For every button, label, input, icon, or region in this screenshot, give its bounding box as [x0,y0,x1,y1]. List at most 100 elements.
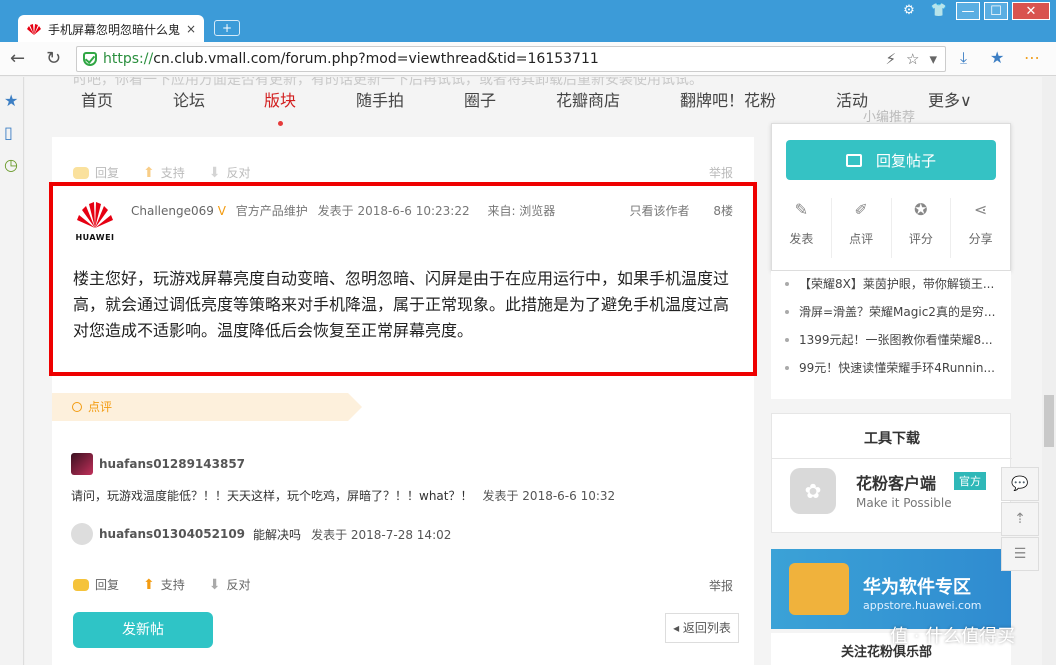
nav-more[interactable]: 更多∨ [928,87,972,111]
post-author[interactable]: Challenge069 [131,204,214,218]
comment-time: 发表于 2018-6-6 10:32 [482,489,616,503]
list-icon[interactable]: ☰ [1001,537,1039,571]
comment-ring-icon [72,402,82,412]
new-post-button[interactable]: 发新帖 [73,612,213,648]
huafen-app-icon[interactable]: ✿ [790,468,836,514]
tools-download-card: 工具下载 ✿ 花粉客户端 官方 Make it Possible [771,413,1012,533]
post-source: 来自: 浏览器 [487,204,556,218]
app-name[interactable]: 花粉客户端 [856,470,936,494]
star-outline-icon[interactable]: ☆ [906,50,919,68]
back-caret-icon: ◂ [673,621,680,635]
prev-oppose-link[interactable]: 反对 [227,164,251,181]
author-role: 官方产品维护 [235,204,308,218]
reply-link[interactable]: 回复 [95,576,119,593]
comment-user[interactable]: huafans01289143857 [99,457,245,471]
report-link[interactable]: 举报 [709,577,733,594]
lightning-icon[interactable]: ⚡ [885,50,896,68]
url-input[interactable]: https:// cn.club.vmall.com/forum.php?mod… [76,46,946,72]
browser-left-sidebar: ★ ▯ ◷ [0,77,24,665]
menu-dots-icon[interactable]: ⋯ [1024,48,1040,67]
comment-item: huafans01289143857 [71,453,253,475]
appstore-banner[interactable]: 华为软件专区 appstore.huawei.com [771,549,1011,629]
prev-reply-link[interactable]: 回复 [95,164,119,181]
page-scrollbar[interactable] [1042,77,1056,665]
post-body-text: 楼主您好，玩游戏屏幕亮度自动变暗、忽明忽暗、闪屏是由于在应用运行中，如果手机温度… [73,269,730,340]
list-item[interactable]: 99元！快速读懂荣耀手环4Runnin... [785,359,995,376]
support-link[interactable]: 支持 [161,576,185,593]
comment-text: 能解决吗 [253,527,302,542]
list-item[interactable]: 滑屏=滑盖？荣耀Magic2真的是穷... [785,303,995,320]
default-avatar-icon[interactable] [71,523,93,545]
comment-text-row: 请问，玩游戏温度能低？！！天天这样，玩个吃鸡，屏暗了？！！what？！ 发表于 … [71,487,615,504]
bookmark-star-icon[interactable]: ★ [4,91,18,110]
prev-post-actions: 回复 ⬆ 支持 ⬇ 反对 [73,164,275,181]
divider [772,458,1012,459]
post-actions: 回复 ⬆ 支持 ⬇ 反对 [73,576,275,593]
comment-user[interactable]: huafans01304052109 [99,527,245,541]
close-window-button[interactable]: ✕ [1012,2,1050,20]
back-arrow-icon[interactable]: ← [10,48,25,69]
nav-circle[interactable]: 圈子 [464,87,496,111]
official-reply-post: HUAWEI Challenge069 V 官方产品维护 发表于 2018-6-… [49,182,757,376]
maximize-button[interactable]: ☐ [984,2,1008,20]
tab-close-icon[interactable]: × [186,22,196,36]
nav-boards[interactable]: 版块 [264,87,296,111]
publish-button[interactable]: ✎ 发表 [772,198,832,258]
reply-card: 回复帖子 ✎ 发表 ✐ 点评 ✪ 评分 ⋖ 分享 [771,123,1011,271]
reload-icon[interactable]: ↻ [46,48,61,69]
nav-store[interactable]: 花瓣商店 [556,87,620,111]
bullet-icon [785,281,789,286]
recommend-title: 【荣耀8X】莱茵护眼，带你解锁王... [799,277,995,291]
comment-button[interactable]: ✐ 点评 [832,198,892,258]
nav-snap[interactable]: 随手拍 [356,87,404,111]
history-clock-icon[interactable]: ◷ [4,155,18,174]
minimize-button[interactable]: — [956,2,980,20]
tab-title: 手机屏幕忽明忽暗什么鬼 [48,22,181,37]
avatar[interactable] [71,453,93,475]
rate-star-icon: ✪ [914,200,928,219]
nav-fans[interactable]: 翻牌吧！花粉 [680,87,776,111]
app-slogan: Make it Possible [856,496,952,510]
recommend-list: 【荣耀8X】莱茵护眼，带你解锁王... 滑屏=滑盖？荣耀Magic2真的是穷..… [771,271,1011,399]
thumb-up-icon: ⬆ [143,576,155,593]
post-meta: Challenge069 V 官方产品维护 发表于 2018-6-6 10:23… [131,202,555,219]
nav-forum[interactable]: 论坛 [173,87,205,111]
oppose-link[interactable]: 反对 [227,576,251,593]
feedback-chat-icon[interactable]: 💬 [1001,467,1039,501]
new-tab-button[interactable]: + [214,20,240,36]
dropdown-caret-icon[interactable]: ▾ [929,50,937,68]
skin-icon[interactable]: 👕 [926,2,952,20]
rate-button[interactable]: ✪ 评分 [892,198,952,258]
download-icon[interactable]: ⤓ [960,48,967,68]
bullet-icon [785,309,789,314]
bullet-icon [785,365,789,370]
list-item[interactable]: 1399元起！一张图教你看懂荣耀8... [785,331,993,348]
only-author-link[interactable]: 只看该作者 [630,204,690,218]
prev-report-link[interactable]: 举报 [709,164,733,181]
thumb-up-icon: ⬆ [143,164,155,181]
verified-v-icon: V [217,204,226,218]
back-to-top-icon[interactable]: ⇡ [1001,502,1039,536]
nav-home[interactable]: 首页 [81,87,113,111]
recommend-title: 1399元起！一张图教你看懂荣耀8... [799,333,993,347]
settings-icon[interactable]: ⚙ [896,2,922,20]
url-icons: ⚡ ☆ ▾ [885,50,937,68]
favorites-star-icon[interactable]: ★ [990,48,1004,67]
phone-icon[interactable]: ▯ [4,123,13,142]
floating-tools: 💬 ⇡ ☰ [1001,467,1039,572]
share-button[interactable]: ⋖ 分享 [951,198,1010,258]
back-to-list-button[interactable]: ◂ 返回列表 [665,613,739,643]
browser-tab[interactable]: 手机屏幕忽明忽暗什么鬼 × [18,15,204,43]
official-badge: 官方 [954,472,986,490]
huawei-favicon-icon [26,22,42,36]
prev-support-link[interactable]: 支持 [161,164,185,181]
chat-bubble-icon [845,153,862,167]
scrollbar-thumb[interactable] [1044,395,1054,447]
url-scheme: https:// [103,51,154,67]
window-controls: ⚙ 👕 — ☐ ✕ [896,2,1050,20]
huawei-logo-text: HUAWEI [75,233,115,242]
watermark-text: 值 · 什么值得买 [890,626,1016,647]
gift-box-icon [789,563,849,615]
reply-post-button[interactable]: 回复帖子 [786,140,996,180]
list-item[interactable]: 【荣耀8X】莱茵护眼，带你解锁王... [785,275,994,292]
